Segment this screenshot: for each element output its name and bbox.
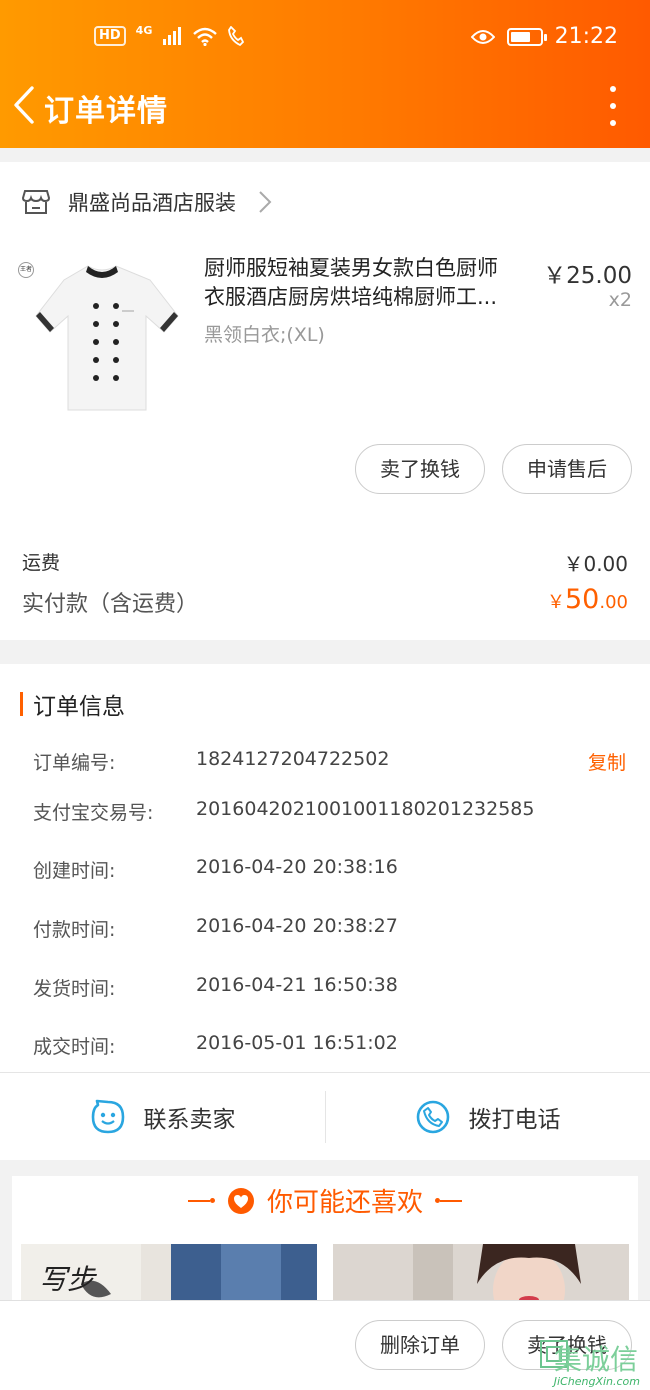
alipay-trade-value: 2016042021001001180201232585	[196, 798, 535, 820]
eye-icon	[470, 29, 495, 44]
contact-bar: 联系卖家 拨打电话	[0, 1072, 650, 1160]
total-decimal: .00	[599, 592, 628, 613]
header: HD 4G 21:22 订单详情	[0, 0, 650, 148]
shipped-time-label: 发货时间:	[33, 978, 116, 1000]
title-decoration-left	[187, 1198, 215, 1203]
watermark-title: 集诚信	[553, 1343, 638, 1376]
battery-level	[510, 31, 531, 42]
created-time-label: 创建时间:	[33, 860, 116, 882]
battery-icon	[506, 27, 547, 46]
product-sku: 黑领白衣;(XL)	[204, 324, 325, 346]
total-currency: ￥	[547, 592, 565, 613]
delete-order-button[interactable]: 删除订单	[355, 1320, 485, 1370]
section-accent-bar	[20, 692, 23, 716]
completed-time-label: 成交时间:	[33, 1036, 116, 1058]
network-type: 4G	[135, 23, 153, 37]
recommend-title: 你可能还喜欢	[12, 1182, 638, 1219]
title-decoration-right	[435, 1198, 462, 1203]
paid-time-label: 付款时间:	[33, 919, 116, 941]
status-bar: HD 4G 21:22	[0, 0, 650, 76]
product-quantity: x2	[608, 289, 632, 311]
call-phone-button[interactable]: 拨打电话	[325, 1073, 650, 1161]
total-integer: 50	[565, 584, 600, 615]
bottom-action-bar: 删除订单 卖了换钱 集诚信 JiChengXin.com	[0, 1300, 650, 1390]
brand-logo: 王者	[18, 262, 34, 278]
back-icon[interactable]	[10, 84, 40, 126]
more-dot	[610, 120, 616, 126]
call-phone-label: 拨打电话	[468, 1107, 561, 1133]
total-paid-label: 实付款（含运费）	[22, 592, 199, 617]
status-right: 21:22	[470, 24, 618, 49]
request-after-sales-button[interactable]: 申请售后	[502, 444, 632, 494]
order-info-card: 订单信息 订单编号: 1824127204722502 复制 支付宝交易号: 2…	[0, 664, 650, 1072]
shop-name: 鼎盛尚品酒店服装	[68, 191, 236, 215]
product-image[interactable]: 王者	[18, 254, 186, 422]
nav-bar: 订单详情	[0, 76, 650, 136]
phone-icon	[416, 1100, 449, 1134]
created-time-value: 2016-04-20 20:38:16	[196, 856, 398, 878]
contact-seller-button[interactable]: 联系卖家	[0, 1073, 325, 1161]
copy-order-number-button[interactable]: 复制	[588, 748, 626, 775]
signal-icon	[163, 27, 182, 45]
chevron-right-icon	[259, 191, 272, 213]
sell-for-cash-button[interactable]: 卖了换钱	[355, 444, 485, 494]
order-number-value: 1824127204722502	[196, 748, 390, 770]
order-product-card: 鼎盛尚品酒店服装 王者 厨师服短袖夏装男女款白色厨师 衣服酒店厨房烘培纯棉厨师工…	[0, 162, 650, 640]
recommend-item-image[interactable]: 写步	[21, 1244, 317, 1304]
paid-time-value: 2016-04-20 20:38:27	[196, 915, 398, 937]
product-price: ￥25.00	[543, 263, 632, 289]
status-left: HD 4G	[94, 23, 245, 46]
order-info-title: 订单信息	[20, 690, 125, 720]
page-title: 订单详情	[44, 94, 168, 129]
shop-row[interactable]: 鼎盛尚品酒店服装	[22, 184, 272, 220]
recommend-title-text: 你可能还喜欢	[266, 1188, 423, 1218]
recommend-section: 你可能还喜欢 写步	[12, 1176, 638, 1306]
site-watermark: 集诚信 JiChengXin.com	[534, 1338, 644, 1388]
completed-time-value: 2016-05-01 16:51:02	[196, 1032, 398, 1054]
phone-call-icon	[228, 26, 245, 46]
clock: 21:22	[554, 24, 618, 49]
heart-icon	[227, 1187, 254, 1214]
order-number-label: 订单编号:	[33, 752, 116, 774]
section-title-text: 订单信息	[33, 694, 125, 720]
recommend-photo-2	[333, 1244, 629, 1304]
recommend-item-caption: 写步	[39, 1263, 96, 1296]
recommend-item-image[interactable]	[333, 1244, 629, 1304]
chef-jacket-image	[35, 265, 179, 411]
total-paid-value: ￥50.00	[547, 584, 628, 615]
watermark-subtitle: JiChengXin.com	[553, 1375, 640, 1388]
more-options-icon[interactable]	[606, 86, 620, 126]
chat-icon	[91, 1099, 124, 1134]
more-dot	[610, 86, 616, 92]
shipping-value: ￥0.00	[563, 552, 628, 576]
wifi-icon	[193, 27, 218, 46]
alipay-trade-label: 支付宝交易号:	[33, 802, 154, 824]
product-title-line2: 衣服酒店厨房烘培纯棉厨师工...	[204, 285, 498, 309]
shipped-time-value: 2016-04-21 16:50:38	[196, 974, 398, 996]
product-title[interactable]: 厨师服短袖夏装男女款白色厨师 衣服酒店厨房烘培纯棉厨师工...	[204, 254, 536, 312]
shop-icon	[22, 190, 50, 214]
shipping-label: 运费	[22, 552, 61, 574]
more-dot	[610, 103, 616, 109]
contact-seller-label: 联系卖家	[143, 1107, 236, 1133]
hd-icon: HD	[94, 26, 126, 46]
product-title-line1: 厨师服短袖夏装男女款白色厨师	[204, 256, 498, 280]
